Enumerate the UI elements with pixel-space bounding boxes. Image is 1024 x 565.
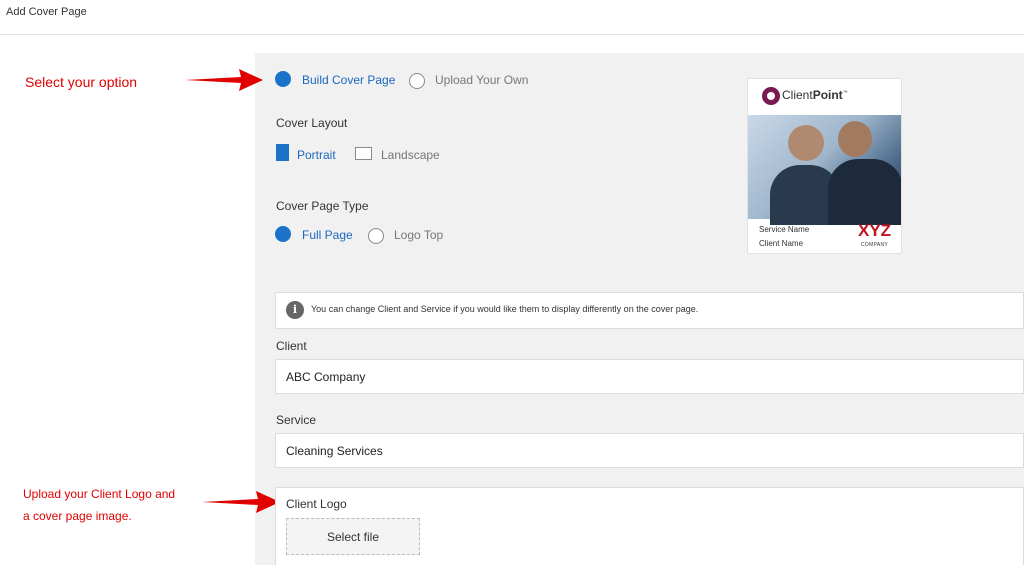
- build-cover-page-radio[interactable]: [275, 71, 291, 87]
- upload-your-own-label[interactable]: Upload Your Own: [435, 73, 528, 87]
- clientpoint-logo-icon: [762, 87, 780, 105]
- annotation-select-option: Select your option: [25, 74, 138, 90]
- logo-top-label[interactable]: Logo Top: [394, 228, 443, 242]
- client-logo-section: Client Logo Select file: [275, 487, 1024, 565]
- client-label: Client: [276, 339, 307, 353]
- annotation-upload-line2: a cover page image.: [23, 509, 132, 523]
- annotation-upload-line1: Upload your Client Logo and: [23, 487, 176, 501]
- service-label: Service: [276, 413, 317, 427]
- annotation-upload: Upload your Client Logo and a cover page…: [23, 483, 175, 527]
- arrow-upload: [202, 491, 280, 513]
- info-icon: i: [286, 301, 304, 319]
- preview-client-name: Client Name: [759, 239, 804, 248]
- landscape-option-label[interactable]: Landscape: [381, 148, 440, 162]
- cover-photo: [748, 115, 901, 225]
- portrait-option-icon[interactable]: [276, 144, 289, 161]
- info-text: You can change Client and Service if you…: [311, 304, 699, 314]
- info-banner: i You can change Client and Service if y…: [275, 292, 1024, 329]
- preview-service-name: Service Name: [759, 225, 810, 234]
- cover-preview: ClientPoint™ Service Name Client Name XY…: [747, 78, 902, 254]
- logo-top-radio[interactable]: [368, 228, 384, 244]
- landscape-option-icon[interactable]: [355, 147, 372, 160]
- cover-page-type-title: Cover Page Type: [276, 199, 369, 213]
- upload-your-own-radio[interactable]: [409, 73, 425, 89]
- arrow-select-option: [185, 69, 263, 91]
- select-file-button[interactable]: Select file: [286, 518, 420, 555]
- portrait-option-label[interactable]: Portrait: [297, 148, 336, 162]
- page-title: Add Cover Page: [6, 6, 87, 18]
- client-logo-label: Client Logo: [286, 497, 347, 511]
- cover-layout-title: Cover Layout: [276, 116, 348, 130]
- service-input[interactable]: [275, 433, 1024, 468]
- full-page-radio[interactable]: [275, 226, 291, 242]
- preview-company-logo-subtext: COMPANY: [861, 242, 889, 248]
- clientpoint-brand: ClientPoint™: [782, 88, 848, 102]
- full-page-label[interactable]: Full Page: [302, 228, 353, 242]
- preview-company-logo: XYZ: [858, 221, 892, 240]
- build-cover-page-label[interactable]: Build Cover Page: [302, 73, 395, 87]
- header-bar: Add Cover Page: [0, 0, 1024, 35]
- client-input[interactable]: [275, 359, 1024, 394]
